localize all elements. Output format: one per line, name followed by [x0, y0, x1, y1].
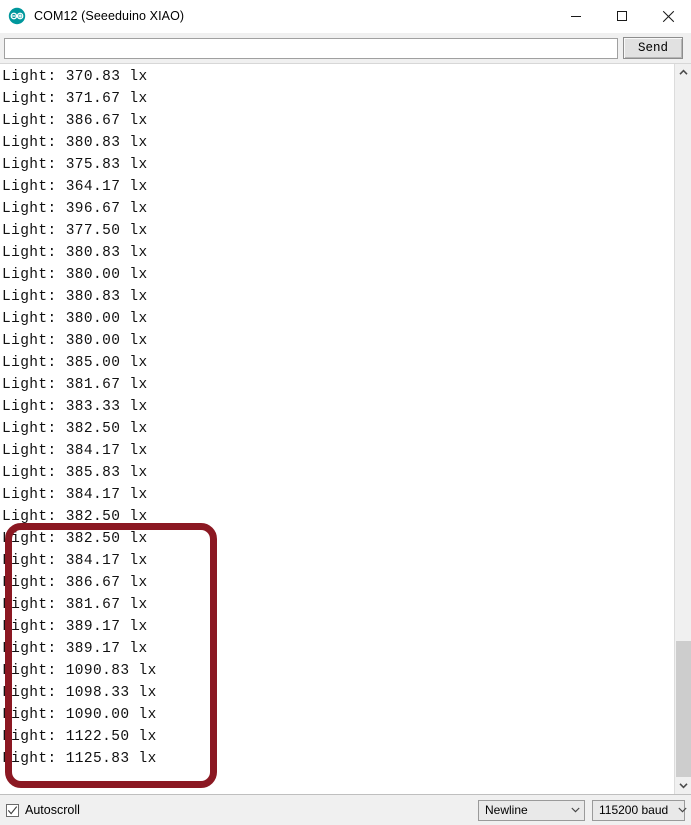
serial-log-line: Light: 1125.83 lx [2, 751, 157, 767]
serial-log-line: Light: 380.83 lx [2, 135, 148, 151]
scroll-up-button[interactable] [675, 64, 691, 81]
minimize-button[interactable] [553, 0, 599, 32]
minimize-icon [571, 16, 581, 17]
serial-log-line: Light: 385.00 lx [2, 355, 148, 371]
vertical-scrollbar[interactable] [674, 64, 691, 794]
baud-rate-dropdown[interactable]: 115200 baud [592, 799, 687, 821]
scrollbar-thumb[interactable] [676, 641, 691, 777]
send-message-input[interactable] [4, 37, 618, 59]
serial-log-line: Light: 396.67 lx [2, 201, 148, 217]
serial-log-line: Light: 385.83 lx [2, 465, 148, 481]
serial-log-line: Light: 1098.33 lx [2, 685, 157, 701]
serial-log-line: Light: 370.83 lx [2, 69, 148, 85]
close-icon [662, 10, 674, 22]
serial-log-line: Light: 371.67 lx [2, 91, 148, 107]
status-bar: Autoscroll Newline 115200 baud [0, 794, 691, 825]
window-title: COM12 (Seeeduino XIAO) [34, 9, 185, 23]
serial-log-line: Light: 389.17 lx [2, 641, 148, 657]
arduino-infinity-icon [8, 7, 26, 25]
line-ending-value: Newline [485, 803, 528, 817]
chevron-down-icon [679, 783, 688, 789]
serial-log-line: Light: 380.00 lx [2, 311, 148, 327]
serial-monitor-window: COM12 (Seeeduino XIAO) Send Light: 370.8… [0, 0, 691, 825]
serial-output-log: Light: 370.83 lx Light: 371.67 lx Light: 3… [0, 64, 674, 794]
autoscroll-label: Autoscroll [25, 803, 80, 817]
serial-log-line: Light: 377.50 lx [2, 223, 148, 239]
send-button[interactable]: Send [623, 37, 683, 59]
serial-log-line: Light: 380.00 lx [2, 333, 148, 349]
serial-log-line: Light: 382.50 lx [2, 421, 148, 437]
serial-log-line: Light: 386.67 lx [2, 575, 148, 591]
autoscroll-toggle[interactable]: Autoscroll [6, 803, 80, 817]
chevron-down-icon [561, 807, 580, 813]
serial-log-line: Light: 380.83 lx [2, 245, 148, 261]
serial-log-line: Light: 364.17 lx [2, 179, 148, 195]
serial-log-line: Light: 1090.83 lx [2, 663, 157, 679]
serial-log-line: Light: 380.00 lx [2, 267, 148, 283]
serial-log-line: Light: 380.83 lx [2, 289, 148, 305]
serial-log-line: Light: 375.83 lx [2, 157, 148, 173]
serial-log-line: Light: 383.33 lx [2, 399, 148, 415]
serial-output-area: Light: 370.83 lx Light: 371.67 lx Light: 3… [0, 63, 691, 794]
chevron-up-icon [679, 69, 688, 75]
scroll-down-button[interactable] [675, 777, 691, 794]
serial-log-line: Light: 382.50 lx [2, 509, 148, 525]
maximize-icon [617, 11, 627, 21]
serial-log-line: Light: 382.50 lx [2, 531, 148, 547]
close-button[interactable] [645, 0, 691, 32]
status-bar-controls: Newline 115200 baud [478, 799, 687, 821]
title-bar: COM12 (Seeeduino XIAO) [0, 0, 691, 33]
serial-log-line: Light: 1122.50 lx [2, 729, 157, 745]
chevron-down-icon [668, 807, 687, 813]
serial-log-line: Light: 384.17 lx [2, 553, 148, 569]
serial-log-line: Light: 381.67 lx [2, 377, 148, 393]
serial-log-line: Light: 384.17 lx [2, 487, 148, 503]
serial-log-line: Light: 386.67 lx [2, 113, 148, 129]
line-ending-dropdown[interactable]: Newline [478, 799, 585, 821]
baud-rate-value: 115200 baud [599, 803, 669, 817]
autoscroll-checkbox[interactable] [6, 803, 19, 817]
checkmark-icon [7, 805, 18, 814]
serial-log-line: Light: 389.17 lx [2, 619, 148, 635]
serial-log-line: Light: 381.67 lx [2, 597, 148, 613]
serial-log-line: Light: 1090.00 lx [2, 707, 157, 723]
maximize-button[interactable] [599, 0, 645, 32]
command-bar: Send [0, 33, 691, 63]
serial-log-line: Light: 384.17 lx [2, 443, 148, 459]
window-controls [553, 0, 691, 32]
